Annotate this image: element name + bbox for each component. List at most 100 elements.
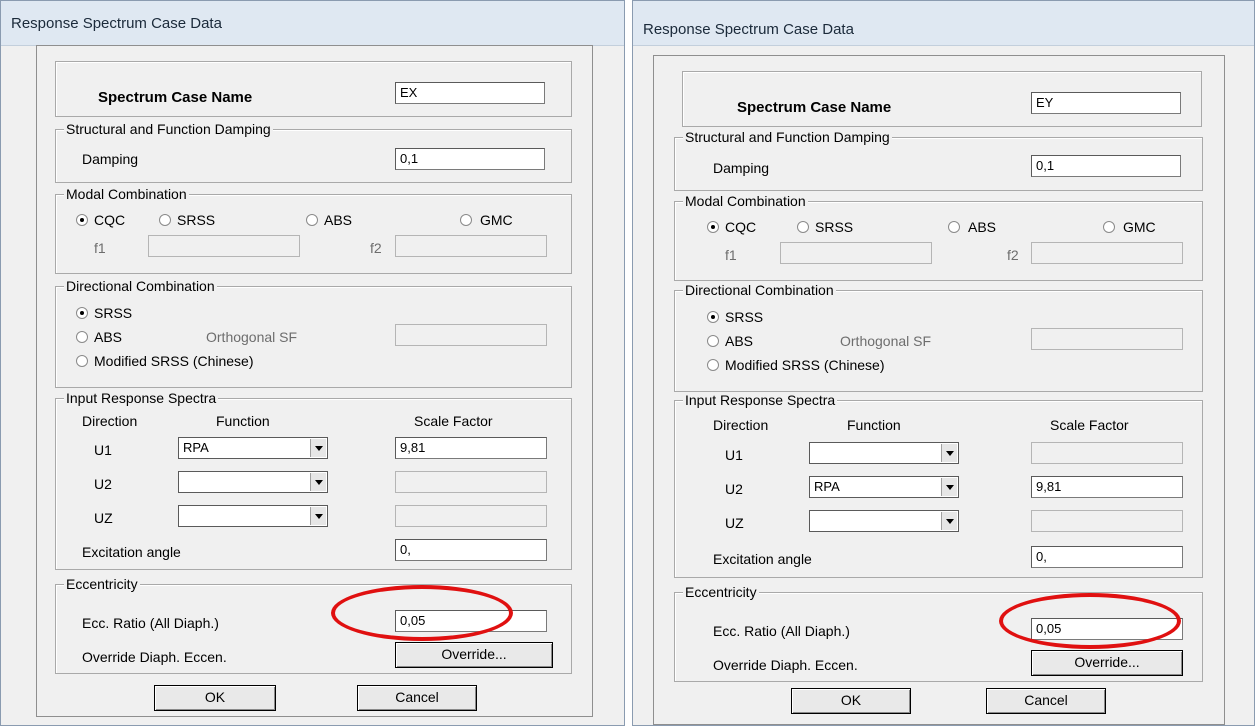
right-override-label: Override Diaph. Eccen. — [713, 657, 858, 673]
right-titlebar[interactable]: Response Spectrum Case Data — [633, 1, 1254, 46]
chevron-down-icon[interactable] — [310, 507, 326, 525]
left-row-u1-scale-input[interactable]: 9,81 — [395, 437, 547, 459]
left-dir-srss-radio[interactable] — [76, 307, 88, 319]
left-ecc-ratio-label: Ecc. Ratio (All Diaph.) — [82, 615, 219, 631]
right-dir-modified-radio[interactable] — [707, 359, 719, 371]
right-modal-abs-label: ABS — [968, 219, 997, 235]
chevron-down-icon[interactable] — [941, 478, 957, 496]
left-case-name-box: Spectrum Case Name EX — [55, 61, 572, 117]
left-dir-modified-label: Modified SRSS (Chinese) — [94, 353, 254, 369]
left-ok-button[interactable]: OK — [154, 685, 276, 711]
left-dir-srss-label: SRSS — [94, 305, 133, 321]
left-damping-group: Structural and Function Damping Damping … — [55, 121, 572, 183]
right-directional-group: Directional Combination SRSS ABS Orthogo… — [674, 282, 1203, 392]
right-modal-group-title: Modal Combination — [683, 193, 808, 209]
left-dir-modified-radio[interactable] — [76, 355, 88, 367]
left-modal-srss-label: SRSS — [177, 212, 216, 228]
left-case-name-label: Spectrum Case Name — [98, 89, 253, 106]
right-row-uz-scale-input[interactable] — [1031, 510, 1183, 532]
right-row-u2-function-select[interactable]: RPA — [809, 476, 959, 498]
right-input-spectra-group: Input Response Spectra Direction Functio… — [674, 392, 1203, 578]
right-dir-srss-label: SRSS — [725, 309, 764, 325]
right-f1-label: f1 — [725, 247, 737, 263]
left-row-u2-dir: U2 — [94, 476, 112, 492]
left-cancel-button[interactable]: Cancel — [357, 685, 477, 711]
left-row-uz-scale-input[interactable] — [395, 505, 547, 527]
right-row-uz-dir: UZ — [725, 515, 744, 531]
left-modal-abs-radio[interactable] — [306, 214, 318, 226]
left-damping-input[interactable]: 0,1 — [395, 148, 545, 170]
right-orthogonal-sf-input[interactable] — [1031, 328, 1183, 350]
right-case-name-input[interactable]: EY — [1031, 92, 1181, 114]
right-modal-srss-radio[interactable] — [797, 221, 809, 233]
left-row-u1-function-value: RPA — [183, 440, 209, 455]
left-modal-srss-radio[interactable] — [159, 214, 171, 226]
right-damping-group: Structural and Function Damping Damping … — [674, 129, 1203, 191]
chevron-down-icon[interactable] — [941, 512, 957, 530]
left-case-name-input[interactable]: EX — [395, 82, 545, 104]
right-f2-input[interactable] — [1031, 242, 1183, 264]
left-modal-gmc-radio[interactable] — [460, 214, 472, 226]
left-dialog-title: Response Spectrum Case Data — [11, 15, 222, 32]
left-col-function: Function — [216, 413, 270, 429]
right-damping-label: Damping — [713, 160, 770, 176]
right-dir-abs-label: ABS — [725, 333, 754, 349]
left-modal-cqc-radio[interactable] — [76, 214, 88, 226]
left-col-direction: Direction — [82, 413, 138, 429]
right-orthogonal-sf-label: Orthogonal SF — [840, 333, 932, 349]
right-row-u2-dir: U2 — [725, 481, 743, 497]
left-damping-label: Damping — [82, 151, 139, 167]
left-dir-abs-radio[interactable] — [76, 331, 88, 343]
left-row-u1-function-select[interactable]: RPA — [178, 437, 328, 459]
left-orthogonal-sf-input[interactable] — [395, 324, 547, 346]
right-override-button[interactable]: Override... — [1031, 650, 1183, 676]
chevron-down-icon[interactable] — [941, 444, 957, 462]
right-f2-label: f2 — [1007, 247, 1019, 263]
left-modal-gmc-label: GMC — [480, 212, 513, 228]
right-col-direction: Direction — [713, 417, 769, 433]
left-override-button[interactable]: Override... — [395, 642, 553, 668]
right-eccentricity-title: Eccentricity — [683, 584, 759, 600]
left-row-u2-function-select[interactable] — [178, 471, 328, 493]
right-dir-abs-radio[interactable] — [707, 335, 719, 347]
right-row-uz-function-select[interactable] — [809, 510, 959, 532]
left-modal-group-title: Modal Combination — [64, 186, 189, 202]
left-modal-abs-label: ABS — [324, 212, 353, 228]
left-titlebar[interactable]: Response Spectrum Case Data — [1, 1, 624, 46]
right-cancel-button[interactable]: Cancel — [986, 688, 1106, 714]
left-excitation-input[interactable]: 0, — [395, 539, 547, 561]
left-eccentricity-title: Eccentricity — [64, 576, 140, 592]
left-dialog: Response Spectrum Case Data Spectrum Cas… — [0, 0, 625, 726]
left-f2-input[interactable] — [395, 235, 547, 257]
right-dialog-title: Response Spectrum Case Data — [643, 21, 854, 38]
right-dir-srss-radio[interactable] — [707, 311, 719, 323]
chevron-down-icon[interactable] — [310, 439, 326, 457]
left-row-uz-function-select[interactable] — [178, 505, 328, 527]
left-f1-input[interactable] — [148, 235, 300, 257]
right-row-u2-scale-input[interactable]: 9,81 — [1031, 476, 1183, 498]
right-directional-group-title: Directional Combination — [683, 282, 836, 298]
right-modal-abs-radio[interactable] — [948, 221, 960, 233]
right-f1-input[interactable] — [780, 242, 932, 264]
right-modal-group: Modal Combination CQC SRSS ABS GMC f1 f2 — [674, 193, 1203, 281]
right-modal-cqc-radio[interactable] — [707, 221, 719, 233]
right-modal-gmc-radio[interactable] — [1103, 221, 1115, 233]
right-input-spectra-title: Input Response Spectra — [683, 392, 838, 408]
left-row-u1-dir: U1 — [94, 442, 112, 458]
left-modal-cqc-label: CQC — [94, 212, 126, 228]
right-row-u1-scale-input[interactable] — [1031, 442, 1183, 464]
right-damping-input[interactable]: 0,1 — [1031, 155, 1181, 177]
right-case-name-label: Spectrum Case Name — [737, 99, 892, 116]
left-row-u2-scale-input[interactable] — [395, 471, 547, 493]
right-excitation-input[interactable]: 0, — [1031, 546, 1183, 568]
right-ok-button[interactable]: OK — [791, 688, 911, 714]
right-row-u1-dir: U1 — [725, 447, 743, 463]
left-damping-group-title: Structural and Function Damping — [64, 121, 273, 137]
left-row-uz-dir: UZ — [94, 510, 113, 526]
right-case-name-box: Spectrum Case Name EY — [682, 71, 1202, 127]
left-highlight-ellipse — [331, 585, 513, 641]
right-modal-cqc-label: CQC — [725, 219, 757, 235]
right-row-u1-function-select[interactable] — [809, 442, 959, 464]
right-ecc-ratio-label: Ecc. Ratio (All Diaph.) — [713, 623, 850, 639]
chevron-down-icon[interactable] — [310, 473, 326, 491]
